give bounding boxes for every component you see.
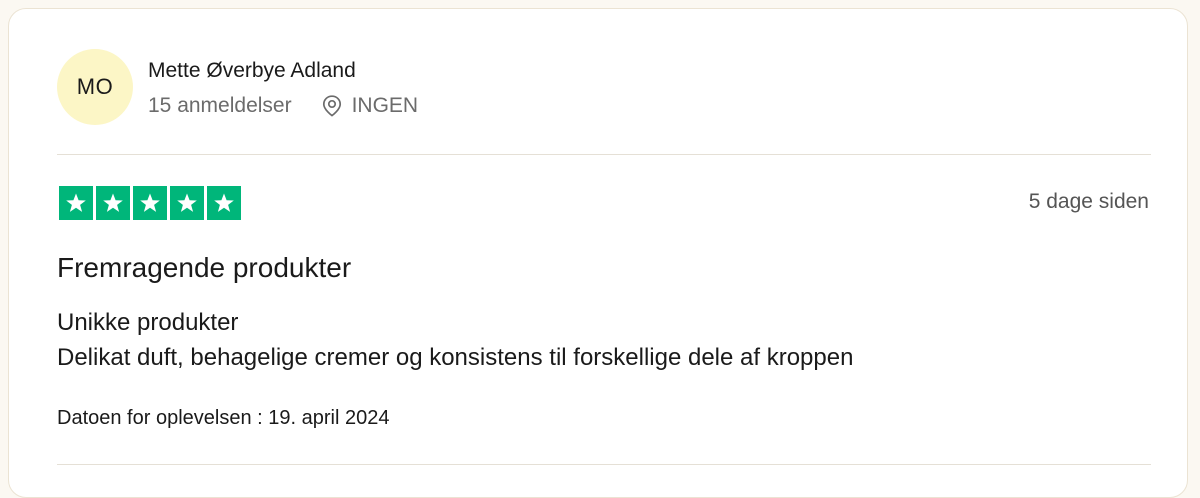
avatar[interactable]: MO bbox=[57, 49, 133, 125]
star-icon bbox=[59, 186, 93, 220]
location-text: INGEN bbox=[351, 94, 419, 117]
star-rating bbox=[59, 186, 241, 220]
star-icon bbox=[170, 186, 204, 220]
consumer-info: Mette Øverbye Adland 15 anmeldelser INGE… bbox=[148, 56, 418, 118]
header-divider bbox=[57, 154, 1151, 155]
consumer-location: INGEN bbox=[322, 94, 419, 118]
star-icon bbox=[96, 186, 130, 220]
star-icon bbox=[133, 186, 167, 220]
star-icon bbox=[207, 186, 241, 220]
review-body: Unikke produkter Delikat duft, behagelig… bbox=[57, 305, 853, 375]
review-body-line: Delikat duft, behagelige cremer og konsi… bbox=[57, 344, 854, 371]
consumer-name[interactable]: Mette Øverbye Adland bbox=[148, 58, 418, 84]
consumer-header: MO Mette Øverbye Adland 15 anmeldelser I… bbox=[57, 49, 418, 125]
review-body-line: Unikke produkter bbox=[57, 309, 239, 336]
map-pin-icon bbox=[322, 95, 341, 117]
reviews-count: 15 anmeldelser bbox=[148, 94, 292, 117]
experience-date: Datoen for oplevelsen : 19. april 2024 bbox=[57, 407, 390, 429]
footer-divider bbox=[57, 464, 1151, 465]
review-title[interactable]: Fremragende produkter bbox=[57, 252, 351, 284]
consumer-meta: 15 anmeldelser INGEN bbox=[148, 94, 418, 118]
review-card: MO Mette Øverbye Adland 15 anmeldelser I… bbox=[8, 8, 1188, 498]
review-date: 5 dage siden bbox=[1028, 190, 1149, 213]
